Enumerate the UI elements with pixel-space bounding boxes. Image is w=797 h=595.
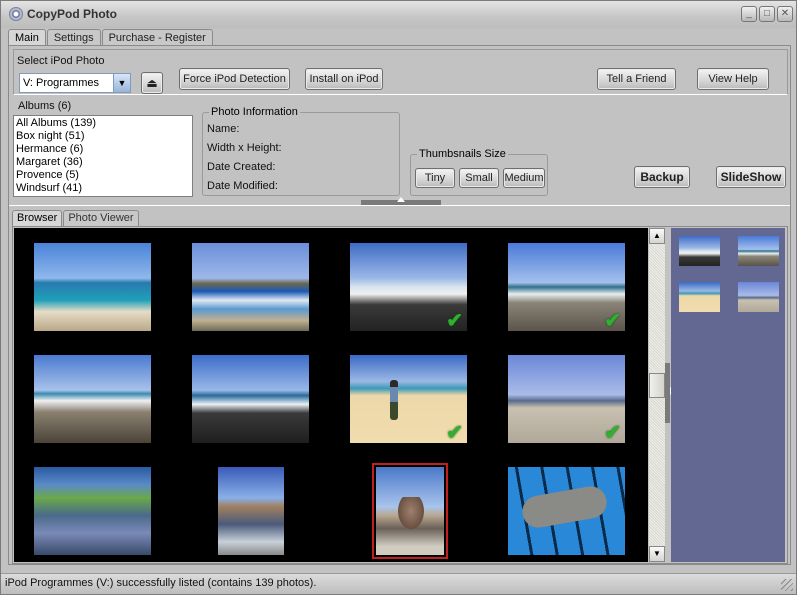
photo-thumbnail[interactable]	[192, 355, 309, 443]
thumb-small-button[interactable]: Small	[459, 168, 499, 188]
thumbnail-grid[interactable]: ✔ ✔ ✔ ✔	[14, 228, 648, 562]
tray-thumbnail[interactable]	[738, 236, 779, 266]
selection-tray[interactable]	[671, 228, 785, 562]
main-panel: Select iPod Photo V: Programmes ▼ ⏏ Forc…	[8, 45, 791, 565]
arrow-up-icon: ▲	[653, 231, 661, 240]
tab-main[interactable]: Main	[8, 29, 46, 46]
photo-information-title: Photo Information	[209, 106, 300, 118]
window-title: CopyPod Photo	[27, 7, 117, 21]
scroll-up-button[interactable]: ▲	[649, 228, 665, 244]
photo-thumbnail[interactable]: ✔	[350, 355, 467, 443]
vertical-scrollbar[interactable]: ▲ ▼	[649, 228, 665, 562]
tray-thumbnail[interactable]	[738, 282, 779, 312]
photo-information-group: Photo Information Name: Width x Height: …	[202, 106, 400, 196]
date-created-label: Date Created:	[207, 161, 276, 173]
album-item[interactable]: All Albums (139)	[16, 117, 190, 130]
scrollbar-thumb[interactable]	[649, 373, 665, 398]
photo-thumbnail[interactable]	[218, 467, 284, 555]
sandal-figure	[519, 483, 610, 531]
check-icon: ✔	[604, 422, 621, 443]
tray-splitter-handle[interactable]	[665, 363, 675, 423]
select-ipod-label: Select iPod Photo	[17, 55, 105, 67]
thumb-medium-button[interactable]: Medium	[503, 168, 545, 188]
close-button[interactable]: ✕	[777, 6, 793, 22]
tab-browser[interactable]: Browser	[12, 210, 63, 226]
date-modified-label: Date Modified:	[207, 180, 278, 192]
info-section: Albums (6) All Albums (139) Box night (5…	[13, 96, 788, 202]
album-item[interactable]: Windsurf (41)	[16, 182, 190, 195]
chevron-down-icon[interactable]: ▼	[113, 74, 130, 92]
photo-thumbnail[interactable]	[34, 243, 151, 331]
check-icon: ✔	[446, 422, 463, 443]
arrow-down-icon: ▼	[653, 549, 661, 558]
photo-thumbnail[interactable]	[192, 243, 309, 331]
check-icon: ✔	[604, 310, 621, 331]
photo-thumbnail[interactable]	[34, 467, 151, 555]
dimensions-label: Width x Height:	[207, 142, 282, 154]
view-help-button[interactable]: View Help	[697, 68, 769, 90]
view-tabs: Browser Photo Viewer	[12, 210, 140, 226]
photo-thumbnail-selected[interactable]	[372, 463, 448, 559]
album-item[interactable]: Box night (51)	[16, 130, 190, 143]
tray-thumbnail[interactable]	[679, 236, 720, 266]
photo-thumbnail[interactable]	[34, 355, 151, 443]
eject-icon: ⏏	[146, 76, 158, 90]
slideshow-button[interactable]: SlideShow	[716, 166, 786, 188]
maximize-button[interactable]: □	[759, 6, 775, 22]
tab-photo-viewer[interactable]: Photo Viewer	[63, 210, 139, 226]
photo-thumbnail[interactable]: ✔	[508, 355, 625, 443]
tray-thumbnail[interactable]	[679, 282, 720, 312]
photo-thumbnail[interactable]: ✔	[508, 243, 625, 331]
force-detection-button[interactable]: Force iPod Detection	[179, 68, 290, 90]
title-bar[interactable]: CopyPod Photo _ □ ✕	[1, 1, 796, 28]
albums-list[interactable]: All Albums (139) Box night (51) Hermance…	[13, 115, 193, 197]
albums-label: Albums (6)	[18, 100, 72, 112]
app-logo-icon	[9, 7, 23, 21]
thumb-tiny-button[interactable]: Tiny	[415, 168, 455, 188]
thumbnail-size-title: Thumbsnails Size	[417, 148, 508, 160]
album-item[interactable]: Provence (5)	[16, 169, 190, 182]
tab-settings[interactable]: Settings	[46, 29, 101, 46]
status-text: iPod Programmes (V:) successfully listed…	[5, 577, 317, 589]
collapse-arrow-icon	[397, 197, 405, 202]
eject-button[interactable]: ⏏	[141, 72, 163, 94]
resize-grip-icon[interactable]	[781, 579, 793, 591]
ipod-select-value: V: Programmes	[23, 77, 100, 89]
thumbnail-size-group: Thumbsnails Size Tiny Small Medium	[410, 148, 548, 196]
album-item[interactable]: Hermance (6)	[16, 143, 190, 156]
app-window: CopyPod Photo _ □ ✕ Main Settings Purcha…	[0, 0, 797, 595]
minimize-button[interactable]: _	[741, 6, 757, 22]
photo-browser: ✔ ✔ ✔ ✔ ▲ ▼	[12, 226, 788, 564]
status-bar: iPod Programmes (V:) successfully listed…	[1, 573, 796, 594]
tab-purchase-register[interactable]: Purchase - Register	[101, 29, 213, 46]
ipod-select[interactable]: V: Programmes ▼	[19, 73, 131, 93]
person-figure	[390, 380, 398, 420]
backup-button[interactable]: Backup	[634, 166, 690, 188]
tell-a-friend-button[interactable]: Tell a Friend	[597, 68, 676, 90]
main-tabs: Main Settings Purchase - Register	[8, 29, 214, 46]
scroll-down-button[interactable]: ▼	[649, 546, 665, 562]
divider	[9, 205, 790, 206]
install-on-ipod-button[interactable]: Install on iPod	[305, 68, 383, 90]
glass-figure	[396, 497, 426, 532]
album-item[interactable]: Margaret (36)	[16, 156, 190, 169]
name-label: Name:	[207, 123, 240, 135]
photo-thumbnail[interactable]: ✔	[350, 243, 467, 331]
device-toolbar: Select iPod Photo V: Programmes ▼ ⏏ Forc…	[13, 49, 788, 95]
check-icon: ✔	[446, 310, 463, 331]
photo-thumbnail[interactable]	[508, 467, 625, 555]
